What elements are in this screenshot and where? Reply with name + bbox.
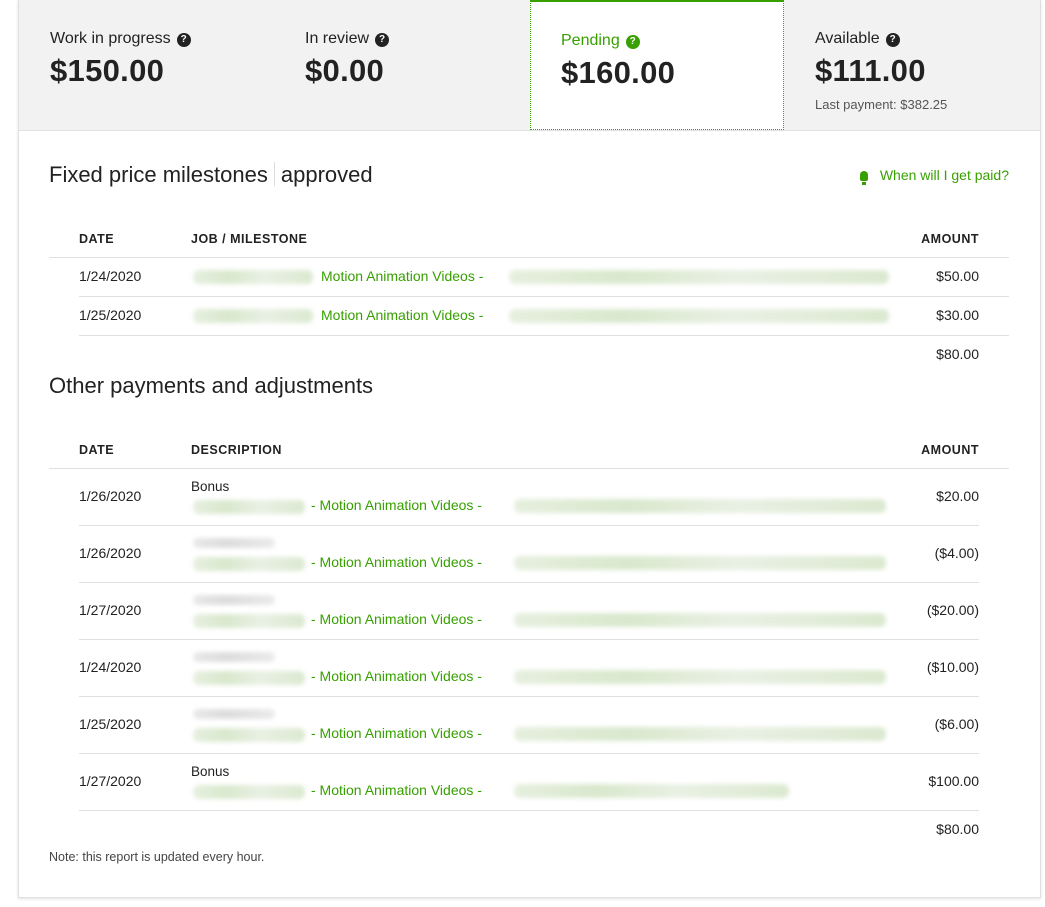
row-divider	[79, 335, 1009, 336]
redacted-milestone-name	[509, 309, 889, 323]
row-divider	[79, 296, 1009, 297]
title-divider	[273, 162, 275, 186]
row-amount: $50.00	[936, 268, 979, 284]
work-in-progress-value: $150.00	[50, 53, 165, 88]
redacted-client-name	[193, 671, 305, 685]
row-divider	[79, 582, 979, 583]
last-payment-text: Last payment: $382.25	[815, 97, 948, 112]
in-review-label: In review	[305, 30, 370, 47]
pending-label: Pending	[561, 32, 620, 49]
help-link-label: When will I get paid?	[879, 167, 1009, 183]
in-review-stat[interactable]: In review? $0.00	[275, 0, 531, 130]
other-amount-header: AMOUNT	[921, 443, 979, 457]
row-amount: $100.00	[928, 773, 979, 789]
row-date: 1/26/2020	[79, 545, 142, 561]
available-label: Available	[815, 30, 880, 47]
row-amount: ($6.00)	[934, 716, 979, 732]
other-date-header: DATE	[79, 443, 115, 457]
update-note: Note: this report is updated every hour.	[49, 850, 265, 864]
lightbulb-icon	[859, 171, 868, 185]
milestones-status: approved	[280, 162, 373, 187]
row-date: 1/27/2020	[79, 773, 142, 789]
job-link[interactable]: - Motion Animation Videos -	[311, 782, 482, 798]
row-amount: ($10.00)	[926, 659, 979, 675]
redacted-client-name	[193, 785, 305, 799]
question-circle-icon[interactable]: ?	[885, 33, 900, 47]
other-header-divider	[49, 468, 1009, 469]
row-amount: $30.00	[936, 307, 979, 323]
earnings-report-card: Work in progress? $150.00 In review? $0.…	[18, 0, 1041, 898]
milestones-total: $80.00	[936, 346, 979, 362]
available-value: $111.00	[815, 53, 926, 88]
row-date: 1/25/2020	[79, 307, 142, 323]
milestones-title: Fixed price milestones	[49, 162, 268, 187]
redacted-client-name	[193, 557, 305, 571]
row-date: 1/24/2020	[79, 268, 142, 284]
row-divider	[79, 696, 979, 697]
redacted-client-name	[193, 728, 305, 742]
redacted-description	[514, 784, 789, 798]
redacted-client-name	[193, 270, 313, 284]
row-divider	[79, 810, 979, 811]
row-amount: ($20.00)	[926, 602, 979, 618]
milestones-section-title: Fixed price milestones approved	[49, 162, 373, 188]
question-circle-icon[interactable]: ?	[625, 35, 640, 49]
redacted-description	[514, 613, 886, 627]
row-type-label: Bonus	[191, 479, 230, 494]
job-link[interactable]: - Motion Animation Videos -	[311, 497, 482, 513]
milestones-date-header: DATE	[79, 232, 115, 246]
row-divider	[79, 639, 979, 640]
redacted-client-name	[193, 309, 313, 323]
in-review-value: $0.00	[305, 53, 385, 88]
redacted-client-name	[193, 500, 305, 514]
row-date: 1/27/2020	[79, 602, 142, 618]
redacted-type-label	[193, 595, 275, 605]
available-stat[interactable]: Available? $111.00 Last payment: $382.25	[785, 0, 1040, 130]
row-amount: ($4.00)	[934, 545, 979, 561]
job-link[interactable]: - Motion Animation Videos -	[311, 554, 482, 570]
row-divider	[79, 753, 979, 754]
other-description-header: DESCRIPTION	[191, 443, 282, 457]
other-total: $80.00	[936, 821, 979, 837]
row-type-label: Bonus	[191, 764, 230, 779]
other-payments-title: Other payments and adjustments	[49, 373, 374, 398]
redacted-client-name	[193, 614, 305, 628]
milestones-amount-header: AMOUNT	[921, 232, 979, 246]
row-date: 1/25/2020	[79, 716, 142, 732]
redacted-milestone-name	[509, 270, 889, 284]
row-amount: $20.00	[936, 488, 979, 504]
question-circle-icon[interactable]: ?	[375, 33, 390, 47]
redacted-type-label	[193, 709, 275, 719]
balance-summary: Work in progress? $150.00 In review? $0.…	[19, 0, 1040, 131]
row-date: 1/26/2020	[79, 488, 142, 504]
redacted-type-label	[193, 652, 275, 662]
redacted-description	[514, 499, 886, 513]
work-in-progress-stat[interactable]: Work in progress? $150.00	[19, 0, 275, 130]
redacted-description	[514, 556, 886, 570]
redacted-description	[514, 670, 886, 684]
row-divider	[79, 525, 979, 526]
job-link[interactable]: Motion Animation Videos -	[321, 268, 483, 284]
row-date: 1/24/2020	[79, 659, 142, 675]
job-link[interactable]: - Motion Animation Videos -	[311, 611, 482, 627]
job-link[interactable]: - Motion Animation Videos -	[311, 668, 482, 684]
redacted-description	[514, 727, 886, 741]
milestones-job-header: JOB / MILESTONE	[191, 232, 308, 246]
job-link[interactable]: Motion Animation Videos -	[321, 307, 483, 323]
job-link[interactable]: - Motion Animation Videos -	[311, 725, 482, 741]
question-circle-icon[interactable]: ?	[176, 33, 191, 47]
redacted-type-label	[193, 538, 275, 548]
milestones-header-divider	[49, 257, 1009, 258]
pending-value: $160.00	[561, 55, 676, 90]
when-will-i-get-paid-link[interactable]: When will I get paid?	[859, 167, 1009, 185]
work-in-progress-label: Work in progress	[50, 30, 171, 47]
pending-stat[interactable]: Pending? $160.00	[530, 0, 784, 130]
